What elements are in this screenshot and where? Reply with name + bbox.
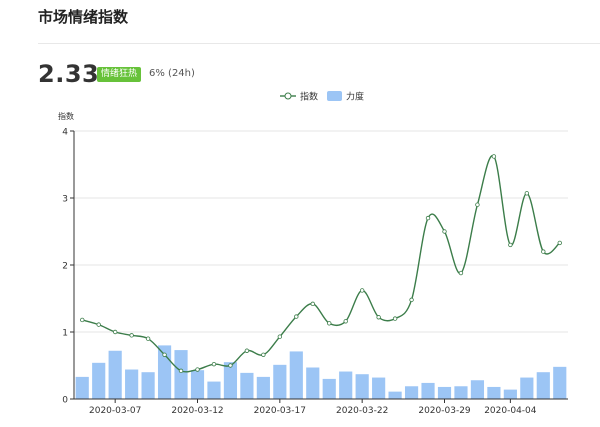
line-series [80, 154, 562, 374]
y-axis-label: 指数 [58, 111, 74, 121]
bar [437, 386, 452, 399]
bar [520, 377, 534, 399]
line-point [228, 363, 233, 368]
bar [404, 386, 419, 399]
x-tick-label: 2020-03-12 [171, 406, 223, 416]
line-point [343, 319, 348, 324]
bar [207, 381, 221, 399]
line-point [310, 301, 315, 307]
x-tick-label: 2020-03-29 [418, 406, 471, 416]
bar [355, 374, 369, 399]
sentiment-chart: 0 1 2 3 4 指数 2020-03-07 2020-03-12 2020-03-17 202… [58, 91, 568, 416]
bar [388, 391, 402, 399]
bar [339, 371, 353, 399]
y-tick-label: 3 [62, 195, 68, 205]
line-point [244, 348, 250, 353]
line-point [442, 229, 447, 234]
line-point [425, 215, 431, 221]
line-point [491, 154, 497, 159]
bar [454, 386, 468, 399]
line-point [80, 317, 85, 323]
line-point [145, 336, 151, 341]
bar [141, 372, 155, 399]
bar [536, 372, 550, 399]
line-point [508, 242, 513, 248]
line-point [261, 352, 266, 357]
bar [190, 370, 205, 399]
x-tick-label: 2020-03-07 [89, 406, 141, 416]
y-tick-label: 1 [62, 329, 68, 339]
bar [421, 382, 435, 399]
line-point [458, 270, 464, 276]
line-point [475, 202, 480, 207]
bar [470, 380, 485, 399]
bar [503, 389, 517, 399]
line-point [392, 316, 398, 321]
line-point [541, 249, 546, 254]
bar [372, 377, 386, 399]
x-tick-label: 2020-03-17 [254, 406, 306, 416]
y-tick-label: 4 [62, 128, 68, 138]
line-point [524, 191, 530, 196]
grid-lines [74, 130, 568, 333]
legend-label: 指数 [300, 91, 318, 103]
line-point [195, 367, 200, 372]
line-point [96, 322, 101, 327]
bar [487, 386, 501, 399]
bar-series [75, 345, 567, 399]
bar [174, 350, 188, 399]
bar [125, 369, 139, 399]
line-point [162, 352, 167, 357]
line-point [129, 333, 134, 338]
bar [92, 362, 106, 399]
legend: 指数 力度 [280, 91, 364, 103]
line-point [112, 329, 118, 335]
line-point [359, 288, 365, 293]
bar [240, 372, 254, 399]
bar [306, 367, 320, 399]
bar [273, 364, 287, 399]
bar [256, 376, 270, 399]
y-tick-label: 0 [62, 396, 68, 406]
bar [108, 350, 122, 399]
line-point [409, 297, 414, 303]
line-point [277, 334, 283, 339]
bar [553, 366, 567, 399]
legend-line-marker [284, 92, 292, 100]
line-point [327, 321, 332, 326]
line-point [557, 240, 562, 246]
legend-label: 力度 [346, 91, 364, 103]
x-tick-label: 2020-03-22 [336, 406, 388, 416]
line-point [294, 314, 299, 319]
bar [289, 351, 303, 399]
index-line [82, 155, 561, 373]
x-tick-label: 2020-04-04 [484, 406, 537, 416]
line-point [211, 361, 217, 367]
y-tick-label: 2 [62, 262, 68, 272]
line-point [376, 315, 381, 320]
legend-bar-swatch [327, 91, 342, 101]
bar [322, 378, 336, 399]
line-point [178, 368, 184, 374]
bar [75, 376, 89, 399]
